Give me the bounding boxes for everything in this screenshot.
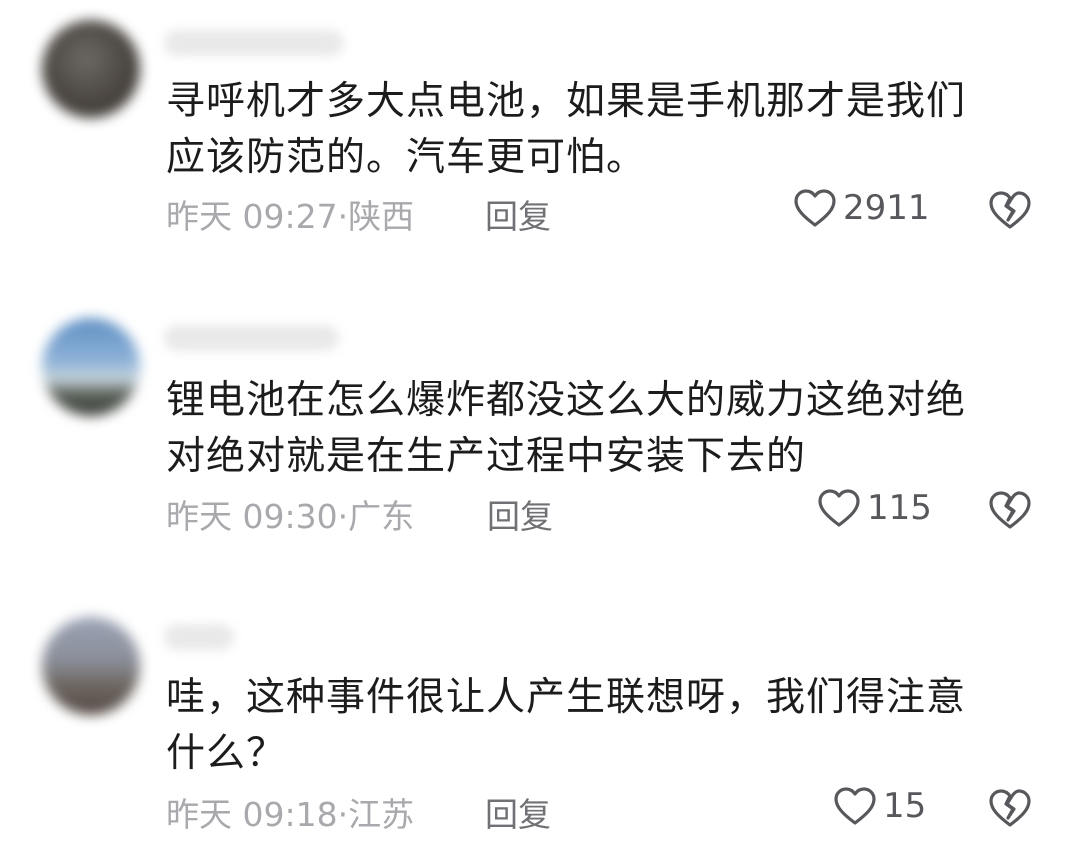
dislike-button[interactable] (988, 788, 1032, 828)
like-button[interactable]: 15 (833, 786, 926, 826)
comment-meta: 昨天 09:18·江苏 (166, 788, 414, 836)
like-count: 115 (867, 488, 932, 528)
reply-button[interactable]: 回复 (485, 788, 551, 836)
meta-separator: · (337, 197, 349, 236)
avatar[interactable] (42, 617, 140, 715)
like-button[interactable]: 2911 (793, 188, 930, 228)
dislike-button[interactable] (988, 490, 1032, 530)
comment-time: 昨天 09:18 (166, 795, 338, 834)
comment-time: 昨天 09:27 (166, 197, 338, 236)
dislike-button[interactable] (988, 190, 1032, 230)
reply-button[interactable]: 回复 (487, 490, 553, 538)
username-blurred[interactable] (164, 624, 234, 650)
comment-time: 昨天 09:30 (166, 497, 338, 536)
heart-outline-icon (817, 488, 861, 528)
avatar[interactable] (42, 20, 140, 118)
comment-meta: 昨天 09:27·陕西 (166, 190, 414, 238)
comment-text-line: 锂电池在怎么爆炸都没这么大的威力这绝对绝 (166, 378, 967, 423)
broken-heart-icon (988, 490, 1032, 530)
comment-location: 江苏 (348, 795, 415, 834)
broken-heart-icon (988, 190, 1032, 230)
avatar[interactable] (42, 318, 140, 416)
like-button[interactable]: 115 (817, 488, 932, 528)
reply-button[interactable]: 回复 (485, 190, 551, 238)
meta-separator: · (337, 795, 349, 834)
heart-outline-icon (793, 188, 837, 228)
comment-text-line: 应该防范的。汽车更可怕。 (166, 135, 647, 180)
username-blurred[interactable] (164, 30, 344, 56)
username-blurred[interactable] (164, 325, 339, 351)
comment-text-line: 寻呼机才多大点电池，如果是手机那才是我们 (166, 79, 967, 124)
comment-location: 陕西 (348, 197, 415, 236)
heart-outline-icon (833, 786, 877, 826)
comment-text-line: 什么？ (166, 731, 287, 776)
comment-meta: 昨天 09:30·广东 (166, 490, 414, 538)
comment-text-line: 哇，这种事件很让人产生联想呀，我们得注意 (166, 675, 967, 720)
meta-separator: · (337, 497, 349, 536)
comment-text-line: 对绝对就是在生产过程中安装下去的 (166, 434, 807, 479)
like-count: 2911 (843, 188, 930, 228)
like-count: 15 (883, 786, 927, 826)
comment-location: 广东 (348, 497, 415, 536)
broken-heart-icon (988, 788, 1032, 828)
